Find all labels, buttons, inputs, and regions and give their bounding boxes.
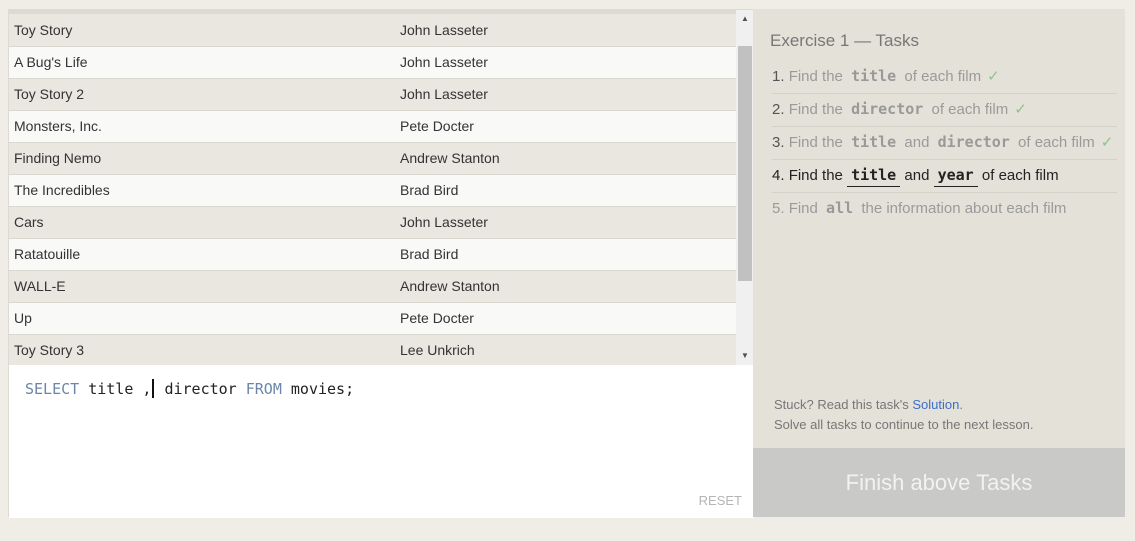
task-text: and [904, 134, 930, 151]
task-code: title [847, 166, 901, 187]
reset-button[interactable]: RESET [699, 493, 742, 508]
task-number: 4. [772, 167, 785, 184]
solution-link[interactable]: Solution [912, 397, 959, 412]
table-row: Toy Story 2 John Lasseter [9, 78, 736, 110]
task-number: 5. [772, 200, 785, 217]
task-text: of each film [931, 101, 1009, 118]
cell-director: Lee Unkrich [400, 342, 475, 358]
table-row: Cars John Lasseter [9, 206, 736, 238]
sql-query-part: director [155, 380, 246, 398]
task-text: of each film [981, 167, 1059, 184]
cell-title: A Bug's Life [14, 54, 88, 70]
cell-director: Pete Docter [400, 310, 474, 326]
table-row: Toy Story John Lasseter [9, 14, 736, 46]
results-table-container: Toy Story John Lasseter A Bug's Life John L… [9, 10, 754, 365]
cell-title: The Incredibles [14, 182, 110, 198]
table-row: Toy Story 3 Lee Unkrich [9, 334, 736, 365]
exercise-panel: Exercise 1 — Tasks 1. Find the title of … [753, 9, 1125, 517]
task-item: 1. Find the title of each film ✓ [772, 61, 1117, 94]
table-row: The Incredibles Brad Bird [9, 174, 736, 206]
task-item: 3. Find the title and director of each f… [772, 127, 1117, 160]
task-text: Find the [788, 134, 843, 151]
help-prefix: Stuck? Read this task's [774, 397, 913, 412]
task-text: of each film [904, 68, 982, 85]
query-panel: Toy Story John Lasseter A Bug's Life John L… [8, 9, 754, 518]
cell-director: John Lasseter [400, 86, 488, 102]
cell-title: Toy Story [14, 21, 73, 38]
scroll-down-icon[interactable]: ▼ [736, 347, 754, 365]
sql-query-text[interactable]: SELECT title , director FROM movies; [25, 379, 354, 398]
task-code: year [933, 166, 978, 187]
table-row: Up Pete Docter [9, 302, 736, 334]
check-icon: ✓ [987, 68, 1000, 85]
check-icon: ✓ [1014, 101, 1027, 118]
cell-title: Ratatouille [14, 246, 81, 262]
sql-query-part: movies; [281, 380, 355, 398]
sql-keyword-select: SELECT [25, 380, 80, 398]
cell-title: Toy Story 2 [14, 86, 85, 102]
cell-director: John Lasseter [400, 54, 488, 70]
cell-title: Up [14, 310, 32, 326]
exercise-title: Exercise 1 — Tasks [770, 31, 919, 50]
task-text: Find [788, 200, 818, 217]
finish-tasks-button[interactable]: Finish above Tasks [753, 448, 1125, 517]
cell-director: Andrew Stanton [400, 278, 500, 294]
task-code: director [937, 133, 1010, 151]
check-icon: ✓ [1100, 134, 1114, 151]
cell-director: Brad Bird [400, 246, 459, 262]
help-suffix: . [959, 397, 963, 412]
table-row: WALL-E Andrew Stanton [9, 270, 736, 302]
task-list: 1. Find the title of each film ✓ 2. Find t… [772, 61, 1117, 225]
task-item: 2. Find the director of each film ✓ [772, 94, 1117, 127]
results-scrollbar[interactable]: ▲ ▼ [736, 10, 754, 365]
task-text: Find the [788, 101, 843, 118]
task-text: of each film [1018, 134, 1095, 151]
table-row: Ratatouille Brad Bird [9, 238, 736, 270]
task-item: 4. Find the title and year of each film [772, 160, 1117, 193]
cell-director: Andrew Stanton [400, 150, 500, 166]
sql-keyword-from: FROM [245, 380, 282, 398]
scroll-up-icon[interactable]: ▲ [736, 10, 754, 28]
task-number: 2. [772, 101, 785, 118]
sql-query-part: title , [79, 380, 152, 398]
task-code: title [851, 67, 897, 85]
task-text: the information about each film [861, 200, 1067, 217]
cell-title: Toy Story 3 [14, 342, 85, 358]
task-text: and [904, 167, 930, 184]
cell-title: WALL-E [14, 278, 66, 294]
cell-director: John Lasseter [400, 21, 488, 38]
results-table: Toy Story John Lasseter A Bug's Life John L… [9, 14, 736, 365]
table-row: Finding Nemo Andrew Stanton [9, 142, 736, 174]
task-number: 1. [772, 68, 785, 85]
task-code: all [826, 199, 854, 217]
task-code: title [851, 133, 897, 151]
sql-editor[interactable]: SELECT title , director FROM movies; RES… [9, 365, 754, 518]
task-text: Find the [788, 68, 843, 85]
cell-director: John Lasseter [400, 214, 488, 230]
table-row: Monsters, Inc. Pete Docter [9, 110, 736, 142]
help-line-2: Solve all tasks to continue to the next … [774, 417, 1034, 432]
table-row: A Bug's Life John Lasseter [9, 46, 736, 78]
cell-title: Monsters, Inc. [14, 118, 102, 134]
task-number: 3. [772, 134, 785, 151]
cell-title: Finding Nemo [14, 150, 102, 166]
scrollbar-thumb[interactable] [738, 46, 752, 281]
cell-title: Cars [14, 214, 44, 230]
task-item: 5. Find all the information about each f… [772, 193, 1117, 225]
cell-director: Pete Docter [400, 118, 474, 134]
help-text: Stuck? Read this task's Solution. Solve … [774, 395, 1033, 435]
task-code: director [851, 100, 924, 118]
task-text: Find the [788, 167, 843, 184]
cell-director: Brad Bird [400, 182, 459, 198]
